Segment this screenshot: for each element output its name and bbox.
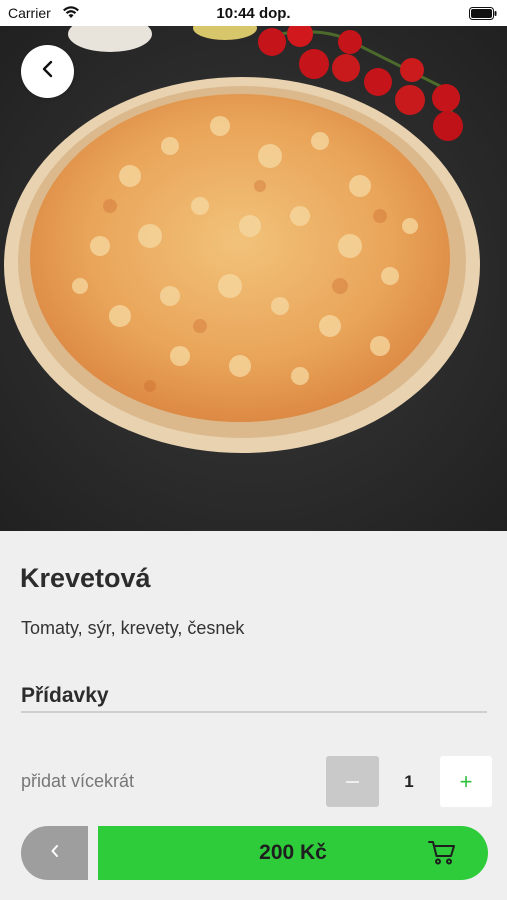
product-description: Tomaty, sýr, krevety, česnek (21, 618, 245, 638)
chevron-left-icon (50, 844, 60, 863)
chevron-left-icon (41, 60, 55, 83)
add-to-cart-button[interactable]: 200 Kč (98, 826, 488, 880)
cart-icon (428, 840, 456, 871)
status-bar: Carrier 10:44 dop. (0, 0, 507, 26)
addons-heading: Přídavky (21, 684, 109, 707)
minus-icon (346, 780, 359, 783)
footer-back-button[interactable] (21, 826, 88, 880)
pizza-photo (0, 26, 507, 531)
back-button[interactable] (21, 45, 74, 98)
add-multiple-label: přidat vícekrát (21, 771, 135, 791)
price-label: 200 Kč (259, 841, 327, 864)
addons-divider (21, 711, 487, 713)
quantity-decrease-button[interactable] (326, 756, 379, 807)
status-time: 10:44 dop. (216, 5, 291, 22)
battery-icon (469, 7, 497, 25)
quantity-increase-button[interactable]: + (440, 756, 492, 807)
quantity-value: 1 (404, 771, 414, 791)
product-title: Krevetová (20, 563, 151, 593)
